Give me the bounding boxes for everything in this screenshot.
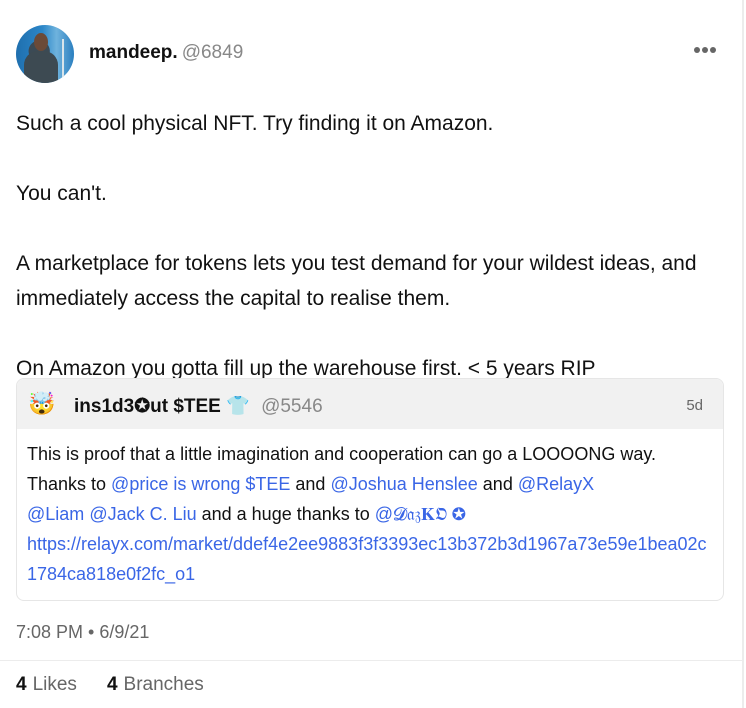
quoted-post-time: 5d <box>686 397 703 414</box>
quote-text: and <box>290 474 331 494</box>
quoted-author-avatar[interactable]: 🤯 <box>28 391 55 417</box>
author-avatar[interactable] <box>16 25 74 83</box>
likes-label: Likes <box>32 674 77 695</box>
quoted-post[interactable]: 🤯 ins1d3✪ut $TEE 👕 @5546 5d This is proo… <box>16 378 724 601</box>
avatar-background <box>62 39 64 79</box>
more-horizontal-icon <box>694 47 700 53</box>
likes-stat[interactable]: 4 Likes <box>16 674 77 696</box>
branches-stat[interactable]: 4 Branches <box>107 674 204 696</box>
mention-link[interactable]: @𝓓𝔞𝔷𝐊𝕺 ✪ <box>375 504 466 524</box>
quoted-author-handle[interactable]: @5546 <box>261 396 323 417</box>
post-paragraph: Such a cool physical NFT. Try finding it… <box>16 112 494 135</box>
branches-label: Branches <box>123 674 204 695</box>
more-options-button[interactable] <box>694 47 716 53</box>
mention-link[interactable]: @Jack C. Liu <box>89 504 196 524</box>
more-horizontal-icon <box>710 47 716 53</box>
quote-text: and <box>477 474 518 494</box>
divider <box>0 660 742 661</box>
likes-count: 4 <box>16 674 27 695</box>
author-name[interactable]: mandeep. <box>89 42 178 63</box>
market-url-link[interactable]: https://relayx.com/market/ddef4e2ee9883f… <box>27 534 707 584</box>
quoted-author-line: ins1d3✪ut $TEE 👕 @5546 <box>74 394 323 418</box>
quoted-post-header: 🤯 ins1d3✪ut $TEE 👕 @5546 5d <box>17 379 723 429</box>
quote-text: and a huge thanks to <box>196 504 375 524</box>
shirt-icon: 👕 <box>226 396 250 417</box>
author-line: mandeep. @6849 <box>89 42 243 64</box>
mention-link[interactable]: @Joshua Henslee <box>330 474 477 494</box>
branches-count: 4 <box>106 674 118 695</box>
post-stats: 4 Likes 4 Branches <box>16 674 204 696</box>
mention-link[interactable]: @RelayX <box>518 474 594 494</box>
post-timestamp: 7:08 PM • 6/9/21 <box>16 622 150 642</box>
mention-link[interactable]: @price is wrong $TEE <box>111 474 290 494</box>
post: mandeep. @6849 Such a cool physical NFT. … <box>0 0 744 708</box>
author-handle[interactable]: @6849 <box>182 42 244 63</box>
post-paragraph: A marketplace for tokens lets you test d… <box>16 252 697 310</box>
quoted-post-body: This is proof that a little imagination … <box>17 429 723 589</box>
quoted-author-name[interactable]: ins1d3✪ut $TEE <box>74 396 221 417</box>
post-paragraph: You can't. <box>16 182 107 205</box>
more-horizontal-icon <box>702 47 708 53</box>
post-body: Such a cool physical NFT. Try finding it… <box>16 106 728 386</box>
avatar-figure-body <box>24 51 58 83</box>
avatar-figure-head <box>34 33 48 51</box>
mention-link[interactable]: @Liam <box>27 504 84 524</box>
